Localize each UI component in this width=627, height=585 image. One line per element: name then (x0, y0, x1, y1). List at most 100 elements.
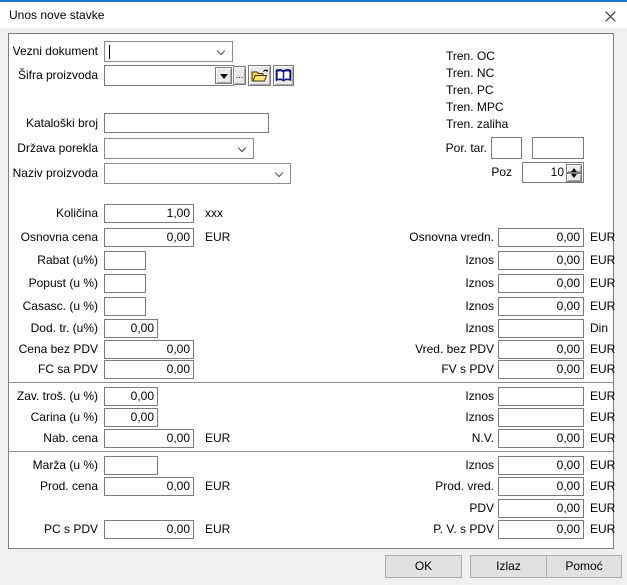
iznos-popust-unit: EUR (590, 274, 615, 293)
drzava-porekla-combobox[interactable] (104, 138, 254, 159)
por-tar-field-2[interactable] (532, 137, 584, 159)
iznos-rabat-field[interactable]: 0,00 (498, 251, 584, 270)
iznos-zav-tros-unit: EUR (590, 387, 615, 406)
sifra-dropdown-button[interactable] (215, 67, 232, 84)
popust-label: Popust (u %) (9, 274, 98, 293)
fc-sa-pdv-field[interactable]: 0,00 (104, 360, 194, 379)
por-tar-field-1[interactable] (491, 137, 522, 159)
close-button[interactable] (599, 7, 621, 26)
spin-down-icon (571, 174, 577, 181)
spin-up-icon (571, 165, 577, 172)
iznos-rabat-unit: EUR (590, 251, 615, 270)
prod-vred-unit: EUR (590, 477, 615, 496)
osnovna-cena-field[interactable]: 0,00 (104, 228, 194, 247)
nv-label: N.V. (359, 429, 494, 448)
separator-line (9, 451, 613, 452)
prod-vred-label: Prod. vred. (359, 477, 494, 496)
carina-field[interactable]: 0,00 (104, 408, 158, 427)
vred-bez-pdv-unit: EUR (590, 340, 615, 359)
pdv-label: PDV (359, 499, 494, 518)
pomoc-button[interactable]: Pomoć (546, 555, 622, 578)
pdv-field[interactable]: 0,00 (498, 499, 584, 518)
ok-button[interactable]: OK (385, 555, 462, 578)
iznos-carina-field[interactable] (498, 408, 584, 427)
iznos-carina-label: Iznos (359, 408, 494, 427)
sifra-proizvoda-label: Šifra proizvoda (9, 65, 98, 86)
prod-vred-field[interactable]: 0,00 (498, 477, 584, 496)
zav-tros-label: Zav. troš. (u %) (1, 387, 98, 406)
iznos-popust-field[interactable]: 0,00 (498, 274, 584, 293)
prod-cena-unit: EUR (205, 477, 230, 496)
kataloski-broj-label: Kataloški broj (9, 113, 98, 133)
vezni-dokument-label: Vezni dokument (9, 41, 98, 62)
cena-bez-pdv-label: Cena bez PDV (9, 340, 98, 359)
tren-nc-label: Tren. NC (446, 66, 494, 80)
poz-spin-down-button[interactable] (566, 173, 582, 182)
open-folder-icon (251, 68, 269, 83)
fv-s-pdv-field[interactable]: 0,00 (498, 360, 584, 379)
kolicina-field[interactable]: 1,00 (104, 204, 194, 223)
vezni-dokument-combobox[interactable] (104, 41, 233, 62)
pc-s-pdv-field[interactable]: 0,00 (104, 520, 194, 539)
dialog-unos-nove-stavke: { "window": { "title": "Unos nove stavke… (0, 0, 627, 585)
poz-spinner[interactable]: 10 (522, 162, 584, 183)
form-row: PDV 0,00 EUR (9, 499, 613, 518)
form-row: Osnovna cena 0,00 EUR Osnovna vredn. 0,0… (9, 228, 613, 247)
marza-field[interactable] (104, 456, 158, 475)
osnovna-vredn-field[interactable]: 0,00 (498, 228, 584, 247)
carina-label: Carina (u %) (9, 408, 98, 427)
rabat-field[interactable] (104, 251, 146, 270)
separator-line (9, 382, 613, 383)
iznos-casasc-label: Iznos (359, 297, 494, 316)
nab-cena-field[interactable]: 0,00 (104, 429, 194, 448)
chevron-down-icon (238, 144, 246, 152)
iznos-casasc-field[interactable]: 0,00 (498, 297, 584, 316)
chevron-down-icon (275, 169, 283, 177)
nab-cena-unit: EUR (205, 429, 230, 448)
naziv-proizvoda-label: Naziv proizvoda (9, 163, 98, 184)
form-row: Carina (u %) 0,00 Iznos EUR (9, 408, 613, 427)
osnovna-cena-label: Osnovna cena (9, 228, 98, 247)
iznos-dod-tr-label: Iznos (359, 319, 494, 338)
tren-oc-label: Tren. OC (446, 49, 495, 63)
form-row: Količina 1,00 xxx (9, 204, 613, 223)
nv-field[interactable]: 0,00 (498, 429, 584, 448)
iznos-popust-label: Iznos (359, 274, 494, 293)
close-icon (604, 10, 617, 23)
drzava-porekla-label: Država porekla (9, 138, 98, 159)
window-title: Unos nove stavke (9, 8, 104, 22)
fv-s-pdv-label: FV s PDV (359, 360, 494, 379)
izlaz-button[interactable]: Izlaz (470, 555, 547, 578)
open-lookup-button[interactable] (248, 65, 271, 86)
sifra-ellipsis-button[interactable]: ... (233, 66, 246, 85)
book-icon (275, 68, 292, 83)
prod-cena-field[interactable]: 0,00 (104, 477, 194, 496)
iznos-dod-tr-unit: Din (590, 319, 608, 338)
iznos-marza-label: Iznos (359, 456, 494, 475)
form-row: Cena bez PDV 0,00 Vred. bez PDV 0,00 EUR (9, 340, 613, 359)
text-caret (109, 45, 110, 59)
poz-value: 10 (551, 165, 564, 179)
dod-tr-label: Dod. tr. (u%) (9, 319, 98, 338)
casasc-field[interactable] (104, 297, 146, 316)
poz-spin-up-button[interactable] (566, 164, 582, 173)
form-row: Prod. cena 0,00 EUR Prod. vred. 0,00 EUR (9, 477, 613, 496)
popust-field[interactable] (104, 274, 146, 293)
dod-tr-field[interactable]: 0,00 (104, 319, 158, 338)
form-row: FC sa PDV 0,00 FV s PDV 0,00 EUR (9, 360, 613, 379)
vred-bez-pdv-field[interactable]: 0,00 (498, 340, 584, 359)
kataloski-broj-field[interactable] (104, 113, 269, 133)
rabat-label: Rabat (u%) (9, 251, 98, 270)
cena-bez-pdv-field[interactable]: 0,00 (104, 340, 194, 359)
poz-label: Poz (437, 162, 512, 183)
naziv-proizvoda-combobox[interactable] (104, 163, 291, 184)
sifra-proizvoda-field[interactable] (104, 65, 234, 86)
zav-tros-field[interactable]: 0,00 (104, 387, 158, 406)
iznos-zav-tros-field[interactable] (498, 387, 584, 406)
catalog-book-button[interactable] (273, 65, 294, 86)
iznos-dod-tr-field[interactable] (498, 319, 584, 338)
pv-s-pdv-field[interactable]: 0,00 (498, 520, 584, 539)
form-row: Dod. tr. (u%) 0,00 Iznos Din (9, 319, 613, 338)
fc-sa-pdv-label: FC sa PDV (9, 360, 98, 379)
iznos-marza-field[interactable]: 0,00 (498, 456, 584, 475)
